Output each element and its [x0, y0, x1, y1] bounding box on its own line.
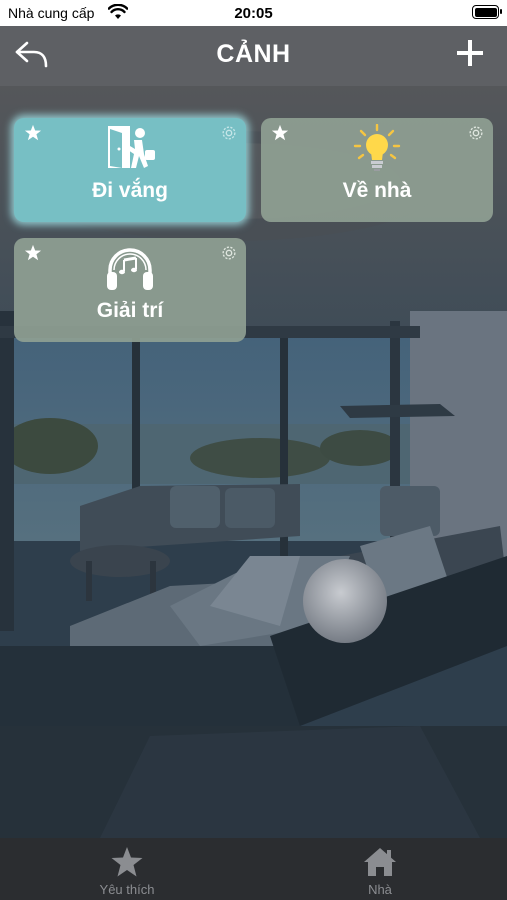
favorite-star-icon[interactable] [24, 124, 42, 142]
scene-label: Về nhà [342, 179, 412, 202]
leave-home-icon [108, 126, 155, 168]
tab-favorites[interactable]: Yêu thích [0, 838, 254, 900]
favorite-star-icon[interactable] [24, 244, 42, 262]
scene-card-di-vang[interactable]: Đi vắng [14, 118, 246, 222]
headphones-music-icon [107, 248, 153, 290]
scene-card-giai-tri[interactable]: Giải trí [14, 238, 246, 342]
living-room-background-image: Đi vắng Về nhà Giải trí [0, 86, 507, 838]
gear-icon[interactable] [220, 244, 238, 262]
tab-home[interactable]: Nhà [253, 838, 507, 900]
navigation-bar: CẢNH [0, 26, 507, 86]
home-icon [364, 848, 396, 876]
star-icon [111, 847, 143, 877]
gear-icon[interactable] [467, 124, 485, 142]
status-bar: Nhà cung cấp 20:05 [0, 0, 507, 26]
plus-icon[interactable] [455, 38, 485, 68]
tab-label: Nhà [368, 882, 392, 897]
scene-label: Đi vắng [92, 179, 168, 202]
battery-icon [472, 5, 502, 19]
status-time: 20:05 [234, 5, 273, 22]
tab-bar: Yêu thích Nhà [0, 838, 507, 900]
gear-icon[interactable] [220, 124, 238, 142]
page-title: CẢNH [216, 40, 291, 68]
scene-label: Giải trí [96, 299, 164, 322]
scene-card-ve-nha[interactable]: Về nhà [261, 118, 493, 222]
tab-label: Yêu thích [99, 882, 155, 897]
light-bulb-icon [353, 124, 401, 171]
favorite-star-icon[interactable] [271, 124, 289, 142]
